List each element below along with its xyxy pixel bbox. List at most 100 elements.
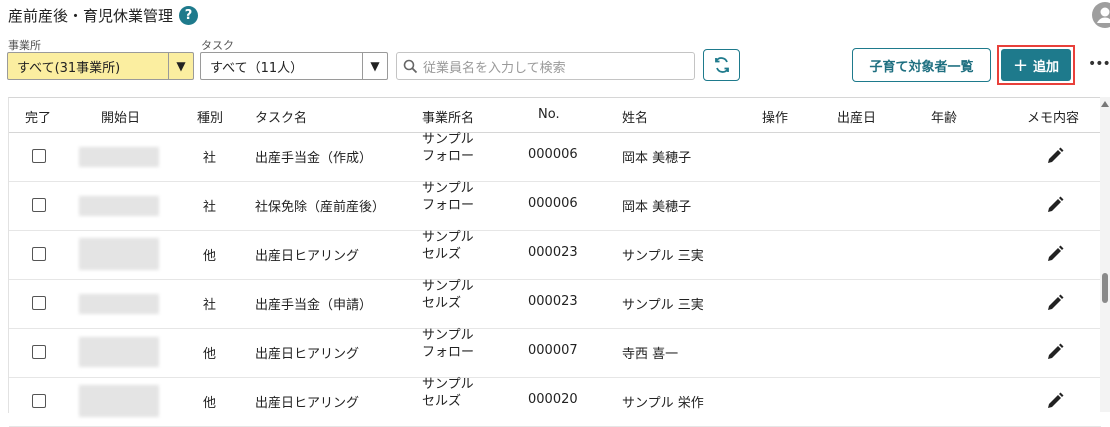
- column-header-no[interactable]: No.: [538, 107, 560, 122]
- task-name-cell: 社保免除（産前産後）: [255, 200, 386, 215]
- office-name-line1: サンプル: [422, 230, 474, 245]
- office-name-line2: セルズ: [422, 394, 462, 409]
- employee-name-cell: サンプル 栄作: [622, 396, 704, 411]
- task-name-cell: 出産手当金（作成）: [255, 151, 373, 166]
- column-header-name[interactable]: 姓名: [622, 107, 648, 126]
- column-header-type[interactable]: 種別: [197, 107, 223, 126]
- office-name-line2: フォロー: [422, 149, 475, 164]
- childcare-target-list-button[interactable]: 子育て対象者一覧: [852, 48, 991, 82]
- start-date-redacted: [79, 238, 159, 270]
- scrollbar-thumb[interactable]: [1102, 273, 1108, 303]
- done-checkbox[interactable]: [32, 247, 46, 261]
- office-name-line1: サンプル: [422, 377, 474, 392]
- employee-no-cell: 000023: [528, 294, 578, 309]
- table-row[interactable]: 他 出産日ヒアリング サンプルセルズ 000023 サンプル 三実: [9, 230, 1101, 280]
- type-cell: 他: [203, 249, 217, 264]
- column-header-task-name[interactable]: タスク名: [255, 107, 307, 126]
- table-row[interactable]: 社 出産手当金（申請） サンプルセルズ 000023 サンプル 三実: [9, 278, 1101, 329]
- type-cell: 社: [203, 298, 217, 313]
- edit-memo-pencil-icon[interactable]: [1045, 342, 1065, 362]
- chevron-down-icon: ▼: [362, 53, 387, 79]
- column-header-birth-date[interactable]: 出産日: [837, 107, 876, 126]
- employee-no-cell: 000006: [528, 147, 578, 162]
- search-input[interactable]: 従業員名を入力して検索: [423, 57, 566, 76]
- table-header: 完了 開始日 種別 タスク名 事業所名 No. 姓名 操作 出産日 年齢 メモ内…: [9, 98, 1101, 133]
- add-button-highlight: + 追加: [997, 45, 1075, 85]
- office-select-value: すべて(31事業所): [17, 60, 121, 76]
- refresh-button[interactable]: [703, 49, 740, 81]
- task-name-cell: 出産日ヒアリング: [255, 249, 360, 264]
- table-row[interactable]: 他 出産日ヒアリング サンプルフォロー 000007 寺西 喜一: [9, 328, 1101, 378]
- office-name-line1: サンプル: [422, 328, 474, 343]
- type-cell: 他: [203, 347, 217, 362]
- office-name-line2: フォロー: [422, 198, 475, 213]
- office-name-line2: セルズ: [422, 296, 462, 311]
- start-date-redacted: [79, 196, 159, 216]
- plus-icon: +: [1012, 54, 1029, 76]
- office-name-cell: サンプル フォロー: [422, 180, 474, 214]
- add-button-label: 追加: [1033, 59, 1060, 75]
- search-icon: [397, 59, 423, 74]
- task-name-cell: 出産日ヒアリング: [255, 396, 360, 411]
- office-name-line1: サンプル: [422, 279, 474, 294]
- office-name-cell: サンプル フォロー: [422, 131, 474, 165]
- chevron-down-icon: ▼: [168, 53, 193, 79]
- edit-memo-pencil-icon[interactable]: [1045, 391, 1065, 411]
- office-name-cell: サンプル セルズ: [422, 278, 474, 312]
- page-title: 産前産後・育児休業管理: [8, 7, 174, 25]
- scroll-up-arrow-icon[interactable]: [1101, 101, 1109, 107]
- refresh-icon: [714, 57, 729, 73]
- employee-name-cell: 岡本 美穂子: [622, 200, 692, 215]
- employee-no-cell: 000007: [528, 343, 578, 358]
- office-filter-label: 事業所: [8, 39, 41, 52]
- employee-no-cell: 000006: [528, 196, 578, 211]
- start-date-redacted: [79, 385, 159, 417]
- task-name-cell: 出産手当金（申請）: [255, 298, 373, 313]
- edit-memo-pencil-icon[interactable]: [1045, 244, 1065, 264]
- office-name-line2: フォロー: [422, 345, 475, 360]
- employee-search-field[interactable]: 従業員名を入力して検索: [396, 52, 695, 80]
- column-header-memo[interactable]: メモ内容: [1027, 107, 1079, 126]
- help-icon[interactable]: ?: [179, 6, 198, 25]
- edit-memo-pencil-icon[interactable]: [1045, 146, 1065, 166]
- employee-name-cell: サンプル 三実: [622, 298, 704, 313]
- task-table: 完了 開始日 種別 タスク名 事業所名 No. 姓名 操作 出産日 年齢 メモ内…: [8, 97, 1101, 427]
- office-select[interactable]: すべて(31事業所) ▼: [7, 52, 194, 80]
- user-avatar-icon[interactable]: [1092, 2, 1110, 28]
- vertical-scrollbar[interactable]: [1100, 97, 1110, 412]
- edit-memo-pencil-icon[interactable]: [1045, 293, 1065, 313]
- more-options-icon[interactable]: •••: [1088, 56, 1110, 72]
- office-name-line1: サンプル: [422, 132, 474, 147]
- employee-no-cell: 000020: [528, 392, 578, 407]
- done-checkbox[interactable]: [32, 345, 46, 359]
- app-header: 産前産後・育児休業管理 ?: [0, 0, 1110, 34]
- start-date-redacted: [79, 147, 159, 167]
- office-name-line2: セルズ: [422, 247, 462, 262]
- done-checkbox[interactable]: [32, 149, 46, 163]
- employee-name-cell: サンプル 三実: [622, 249, 704, 264]
- employee-no-cell: 000023: [528, 245, 578, 260]
- table-row[interactable]: 社 出産手当金（作成） サンプル フォロー 000006 岡本 美穂子: [9, 131, 1101, 182]
- column-header-start-date[interactable]: 開始日: [101, 107, 140, 126]
- column-header-action[interactable]: 操作: [762, 107, 788, 126]
- table-row[interactable]: 他 出産日ヒアリング サンプルセルズ 000020 サンプル 栄作: [9, 376, 1101, 427]
- column-header-done[interactable]: 完了: [25, 107, 51, 126]
- type-cell: 他: [203, 396, 217, 411]
- edit-memo-pencil-icon[interactable]: [1045, 195, 1065, 215]
- column-header-office-name[interactable]: 事業所名: [422, 107, 474, 126]
- column-header-age[interactable]: 年齢: [931, 107, 957, 126]
- employee-name-cell: 寺西 喜一: [622, 347, 679, 362]
- employee-name-cell: 岡本 美穂子: [622, 151, 692, 166]
- done-checkbox[interactable]: [32, 198, 46, 212]
- table-row[interactable]: 社 社保免除（産前産後） サンプル フォロー 000006 岡本 美穂子: [9, 180, 1101, 231]
- office-name-line1: サンプル: [422, 181, 474, 196]
- task-select[interactable]: すべて（11人） ▼: [200, 52, 388, 80]
- office-name-cell: サンプル セルズ: [422, 376, 474, 410]
- task-name-cell: 出産日ヒアリング: [255, 347, 360, 362]
- done-checkbox[interactable]: [32, 394, 46, 408]
- task-select-value: すべて（11人）: [210, 60, 304, 76]
- add-button[interactable]: + 追加: [1001, 49, 1071, 81]
- start-date-redacted: [79, 294, 159, 314]
- done-checkbox[interactable]: [32, 296, 46, 310]
- start-date-redacted: [79, 337, 159, 367]
